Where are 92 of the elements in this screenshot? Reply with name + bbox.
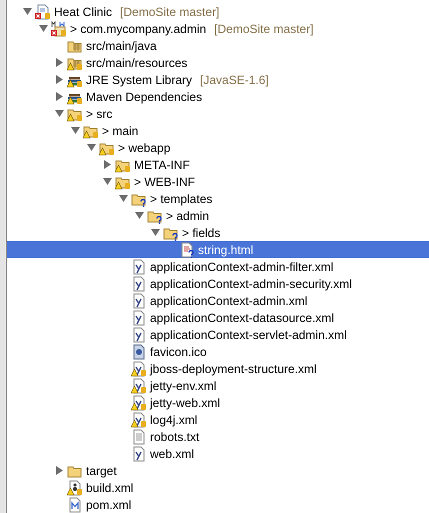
tree-item[interactable]: src/main/java: [7, 37, 429, 54]
expander-icon[interactable]: [53, 90, 65, 102]
item-label: > WEB-INF: [134, 174, 196, 190]
repository-label: [JavaSE-1.6]: [200, 72, 269, 88]
item-label: applicationContext-admin.xml: [150, 292, 308, 310]
tree-item[interactable]: jetty-env.xml: [7, 377, 429, 394]
expander-icon[interactable]: [101, 176, 113, 188]
xml-file-icon: [134, 327, 144, 342]
tree-item[interactable]: build.xml: [7, 479, 429, 496]
tree-item[interactable]: > com.mycompany.admin [DemoSite master]: [7, 20, 429, 37]
expander-icon[interactable]: [37, 22, 49, 34]
item-label: src/main/resources: [86, 54, 188, 72]
tree-item[interactable]: src/main/resources: [7, 54, 429, 71]
expander-icon[interactable]: [85, 142, 97, 154]
tree-item[interactable]: JRE System Library [JavaSE-1.6]: [7, 71, 429, 88]
item-label: applicationContext-datasource.xml: [150, 310, 334, 326]
item-label: > admin: [166, 208, 210, 224]
tree-item[interactable]: robots.txt: [7, 428, 429, 445]
image-file-icon: [134, 344, 144, 359]
tree-item[interactable]: string.html: [7, 241, 429, 258]
tree-item[interactable]: > fields: [7, 224, 429, 241]
tree-item[interactable]: applicationContext-admin-filter.xml: [7, 258, 429, 275]
item-label: > src: [86, 106, 112, 122]
item-label: src/main/java: [86, 38, 157, 54]
item-label: applicationContext-admin-security.xml: [150, 276, 352, 292]
tree-item[interactable]: target: [7, 462, 429, 479]
item-label: log4j.xml: [150, 412, 198, 428]
item-label: JRE System Library: [86, 72, 192, 88]
tree-item[interactable]: log4j.xml: [7, 411, 429, 428]
item-label: string.html: [198, 242, 254, 258]
item-label: jetty-env.xml: [150, 378, 216, 394]
tree-item[interactable]: META-INF: [7, 156, 429, 173]
folder-icon: [148, 211, 162, 222]
item-label: favicon.ico: [150, 344, 207, 360]
tree-item[interactable]: jetty-web.xml: [7, 394, 429, 411]
item-label: > webapp: [118, 140, 170, 156]
item-label: > fields: [182, 224, 220, 242]
repository-label: [DemoSite master]: [214, 20, 314, 38]
xml-file-icon: [134, 259, 144, 274]
repository-label: [DemoSite master]: [120, 4, 220, 20]
item-label: applicationContext-admin-filter.xml: [150, 258, 334, 276]
item-label: build.xml: [86, 480, 134, 496]
tree-item[interactable]: > src: [7, 105, 429, 122]
tree-item[interactable]: > admin: [7, 207, 429, 224]
tree-item[interactable]: > webapp: [7, 139, 429, 156]
tree-item[interactable]: web.xml: [7, 445, 429, 462]
pom-file-icon: [70, 497, 80, 512]
expander-icon[interactable]: [101, 158, 113, 170]
expander-icon[interactable]: [133, 210, 145, 222]
folder-icon: [132, 194, 146, 205]
text-file-icon: [134, 429, 144, 444]
item-label: jetty-web.xml: [150, 394, 220, 412]
expander-icon[interactable]: [149, 226, 161, 238]
xml-file-icon: [134, 310, 144, 325]
item-label: Maven Dependencies: [86, 88, 202, 106]
document-icon: [182, 242, 192, 257]
expander-icon[interactable]: [21, 6, 33, 18]
tree-item[interactable]: Maven Dependencies: [7, 88, 429, 105]
tree-item[interactable]: Heat Clinic [DemoSite master]: [7, 3, 429, 20]
item-label: jboss-deployment-structure.xml: [150, 360, 317, 378]
expander-icon[interactable]: [53, 108, 65, 120]
tree-item[interactable]: jboss-deployment-structure.xml: [7, 360, 429, 377]
tree-item[interactable]: applicationContext-datasource.xml: [7, 309, 429, 326]
tree-item[interactable]: favicon.ico: [7, 343, 429, 360]
expander-icon[interactable]: [53, 74, 65, 86]
tree-item[interactable]: > templates: [7, 190, 429, 207]
tree-item[interactable]: applicationContext-admin-security.xml: [7, 275, 429, 292]
tree-item[interactable]: > WEB-INF: [7, 173, 429, 190]
item-label: web.xml: [150, 446, 194, 462]
expander-icon[interactable]: [69, 124, 81, 136]
package-folder-icon: [68, 41, 82, 52]
item-label: > templates: [150, 190, 212, 208]
tree-item[interactable]: applicationContext-admin.xml: [7, 292, 429, 309]
item-label: > com.mycompany.admin: [70, 20, 206, 38]
item-label: pom.xml: [86, 496, 132, 513]
xml-file-icon: [134, 293, 144, 308]
item-label: robots.txt: [150, 428, 200, 446]
folder-icon: [164, 228, 178, 239]
xml-file-icon: [134, 446, 144, 461]
expander-icon[interactable]: [53, 464, 65, 476]
tree-item[interactable]: > main: [7, 122, 429, 139]
item-label: Heat Clinic: [54, 4, 112, 20]
folder-icon: [68, 466, 82, 477]
expander-icon[interactable]: [117, 192, 129, 204]
xml-file-icon: [134, 276, 144, 291]
tree-item[interactable]: pom.xml: [7, 496, 429, 513]
item-label: META-INF: [134, 156, 190, 174]
tree-item[interactable]: applicationContext-servlet-admin.xml: [7, 326, 429, 343]
item-label: applicationContext-servlet-admin.xml: [150, 326, 347, 344]
expander-icon[interactable]: [53, 56, 65, 68]
item-label: > main: [102, 122, 138, 140]
item-label: target: [86, 462, 117, 480]
